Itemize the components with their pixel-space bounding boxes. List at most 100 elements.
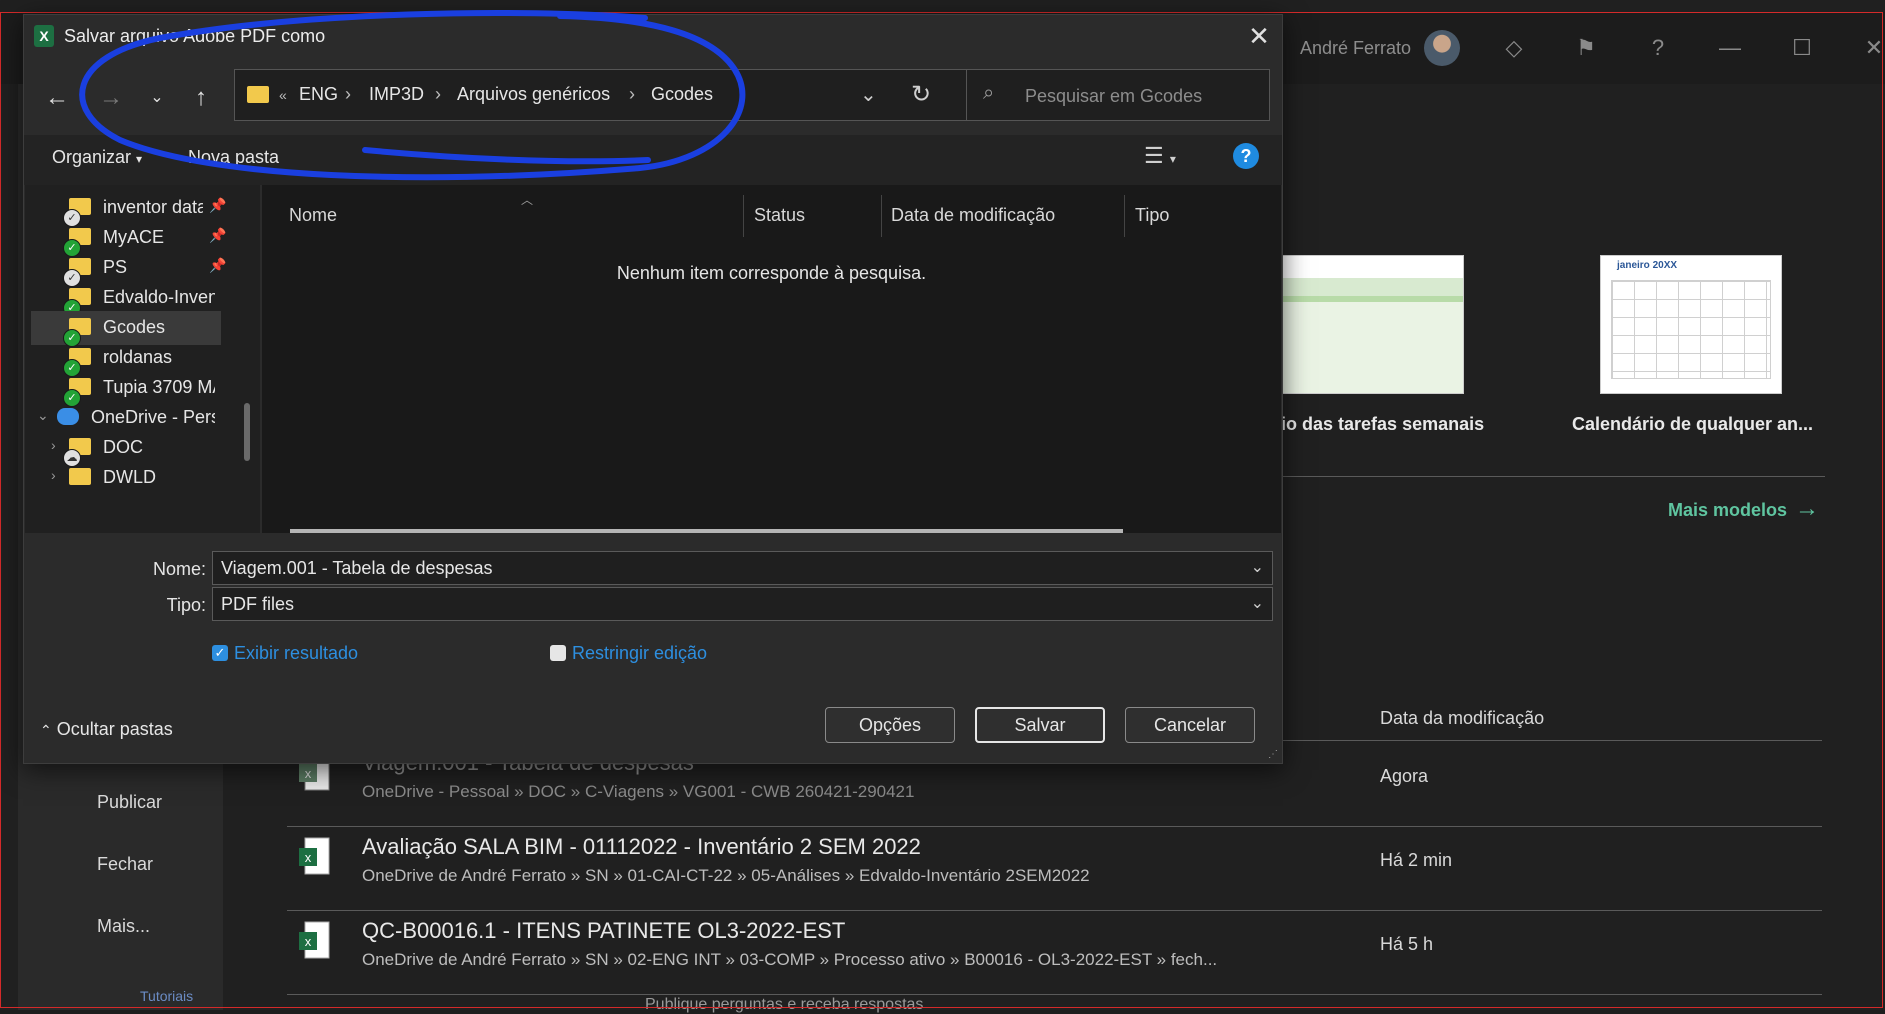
recent-file-path: OneDrive - Pessoal » DOC » C-Viagens » V… (362, 782, 915, 801)
recent-file-row[interactable]: x QC-B00016.1 - ITENS PATINETE OL3-2022-… (287, 910, 1822, 992)
tree-label: PS (103, 257, 128, 277)
nav-more[interactable]: Mais... (97, 916, 150, 937)
file-name-field[interactable]: Viagem.001 - Tabela de despesas ⌄ (212, 551, 1273, 585)
search-box[interactable]: ⌕ (966, 69, 1270, 121)
feedback-icon[interactable]: ⚑ (1572, 34, 1600, 62)
tree-item-dwld[interactable]: › DWLD (25, 461, 215, 495)
column-header-modified[interactable]: Data de modificação (891, 205, 1055, 226)
breadcrumb-imp3d[interactable]: IMP3D (369, 84, 424, 105)
breadcrumb-arquivos-genericos[interactable]: Arquivos genéricos (457, 84, 610, 105)
nav-close[interactable]: Fechar (97, 854, 153, 875)
file-type-select[interactable]: PDF files ⌄ (212, 587, 1273, 621)
close-icon[interactable]: ✕ (1242, 19, 1276, 53)
save-as-dialog: X Salvar arquivo Adobe PDF como ✕ ← → ⌄ … (23, 14, 1283, 764)
column-divider[interactable] (881, 195, 882, 237)
excel-file-icon: x (299, 921, 330, 959)
chevron-down-icon[interactable]: ⌄ (1251, 557, 1264, 577)
avatar[interactable] (1424, 30, 1460, 66)
arrow-right-icon[interactable]: → (1795, 495, 1819, 523)
user-name[interactable]: André Ferrato (1300, 38, 1411, 59)
chevron-down-icon[interactable]: ⌄ (37, 407, 49, 424)
tree-item-inventor-data[interactable]: ✓ inventor data 📌 (25, 191, 226, 227)
calendar-grid (1611, 280, 1771, 379)
column-header-name[interactable]: Nome (289, 205, 337, 226)
chevron-right-icon[interactable]: › (345, 84, 351, 105)
view-options-icon[interactable]: ☰ ▾ (1144, 143, 1176, 169)
back-icon[interactable]: ← (40, 81, 74, 115)
more-templates-link[interactable]: Mais modelos (1668, 500, 1787, 521)
checkbox-unchecked-icon[interactable] (550, 645, 566, 661)
checkbox-checked-icon[interactable]: ✓ (212, 645, 228, 661)
chevron-right-icon[interactable]: › (51, 467, 56, 483)
tree-item-roldanas[interactable]: ✓ roldanas (25, 341, 215, 377)
template-label-calendar[interactable]: Calendário de qualquer an... (1572, 414, 1813, 435)
tree-item-ps[interactable]: ✓ PS 📌 (25, 251, 226, 287)
overflow-chevron-icon[interactable]: « (279, 87, 287, 103)
tree-item-gcodes[interactable]: ✓ Gcodes (31, 311, 221, 347)
new-folder-button[interactable]: Nova pasta (188, 147, 279, 168)
help-icon[interactable]: ? (1233, 143, 1259, 169)
refresh-icon[interactable]: ↻ (911, 80, 931, 109)
tree-item-onedrive[interactable]: ⌄ OneDrive - Persor (25, 401, 215, 435)
column-divider[interactable] (743, 195, 744, 237)
chevron-right-icon[interactable]: › (629, 84, 635, 105)
restrict-edit-label[interactable]: Restringir edição (572, 643, 707, 664)
chevron-down-icon[interactable]: ⌄ (1251, 593, 1264, 613)
maximize-icon[interactable]: ☐ (1788, 34, 1816, 62)
resize-grip-icon[interactable]: ⋰ (1268, 749, 1278, 760)
chevron-right-icon[interactable]: › (51, 437, 56, 453)
tree-scrollbar[interactable] (244, 403, 250, 461)
close-window-icon[interactable]: ✕ (1860, 34, 1885, 62)
excel-file-icon: x (299, 837, 330, 875)
tree-item-doc[interactable]: › ☁ DOC (25, 431, 215, 467)
chevron-up-icon: ⌃ (40, 722, 52, 738)
column-header-status[interactable]: Status (754, 205, 805, 226)
template-calendar-header: janeiro 20XX (1617, 260, 1678, 271)
minimize-icon[interactable]: — (1716, 34, 1744, 62)
column-divider[interactable] (1124, 195, 1125, 237)
address-dropdown-icon[interactable]: ⌄ (860, 82, 877, 107)
cancel-button[interactable]: Cancelar (1125, 707, 1255, 743)
save-button[interactable]: Salvar (975, 707, 1105, 743)
pin-icon: 📌 (209, 197, 227, 213)
caret-down-icon: ▾ (136, 152, 143, 166)
template-label-weekly[interactable]: ário das tarefas semanais (1264, 414, 1484, 435)
chevron-down-icon[interactable]: ⌄ (140, 81, 174, 115)
recent-file-row[interactable]: x Avaliação SALA BIM - 01112022 - Invent… (287, 826, 1822, 908)
file-name-value[interactable]: Viagem.001 - Tabela de despesas (221, 558, 493, 579)
address-bar[interactable]: « ENG › IMP3D › Arquivos genéricos › Gco… (234, 69, 975, 121)
show-result-label[interactable]: Exibir resultado (234, 643, 358, 664)
navigation-tree: ✓ inventor data 📌 ✓ MyACE 📌 ✓ PS 📌 ✓ Edv… (25, 185, 260, 533)
tutorials-link[interactable]: Tutoriais (140, 988, 193, 1004)
help-icon[interactable]: ? (1644, 34, 1672, 62)
organize-button[interactable]: Organizar ▾ (52, 147, 142, 168)
recent-file-date: Há 5 h (1380, 934, 1434, 954)
tree-item-tupia[interactable]: ✓ Tupia 3709 MAK (25, 371, 215, 407)
nav-publish[interactable]: Publicar (97, 792, 162, 813)
forward-icon[interactable]: → (94, 81, 128, 115)
recent-file-path: OneDrive de André Ferrato » SN » 02-ENG … (362, 950, 1218, 969)
breadcrumb-gcodes[interactable]: Gcodes (651, 84, 713, 105)
search-icon: ⌕ (983, 82, 995, 104)
up-icon[interactable]: ↑ (184, 81, 218, 115)
column-header-type[interactable]: Tipo (1135, 205, 1169, 226)
recent-file-title: QC-B00016.1 - ITENS PATINETE OL3-2022-ES… (362, 918, 846, 943)
excel-icon: X (34, 25, 54, 47)
tree-label: Gcodes (103, 317, 166, 337)
recent-date-header[interactable]: Data da modificação (1380, 708, 1544, 729)
options-button[interactable]: Opções (825, 707, 955, 743)
type-label: Tipo: (166, 595, 206, 615)
template-thumb-weekly-tasks[interactable] (1280, 255, 1464, 394)
search-input[interactable] (1023, 82, 1257, 110)
chevron-right-icon[interactable]: › (435, 84, 441, 105)
hide-folders-toggle[interactable]: ⌃ Ocultar pastas (40, 719, 173, 740)
breadcrumb-eng[interactable]: ENG (299, 84, 338, 105)
template-thumb-calendar[interactable]: janeiro 20XX (1600, 255, 1782, 394)
file-type-value[interactable]: PDF files (221, 594, 294, 615)
tree-item-myace[interactable]: ✓ MyACE 📌 (25, 221, 226, 257)
diamond-icon[interactable]: ◇ (1500, 34, 1528, 62)
tree-label: DWLD (103, 467, 156, 487)
divider (1270, 476, 1825, 477)
svg-text:x: x (305, 850, 312, 865)
tree-item-edvaldo[interactable]: ✓ Edvaldo-Inventá (25, 281, 215, 317)
